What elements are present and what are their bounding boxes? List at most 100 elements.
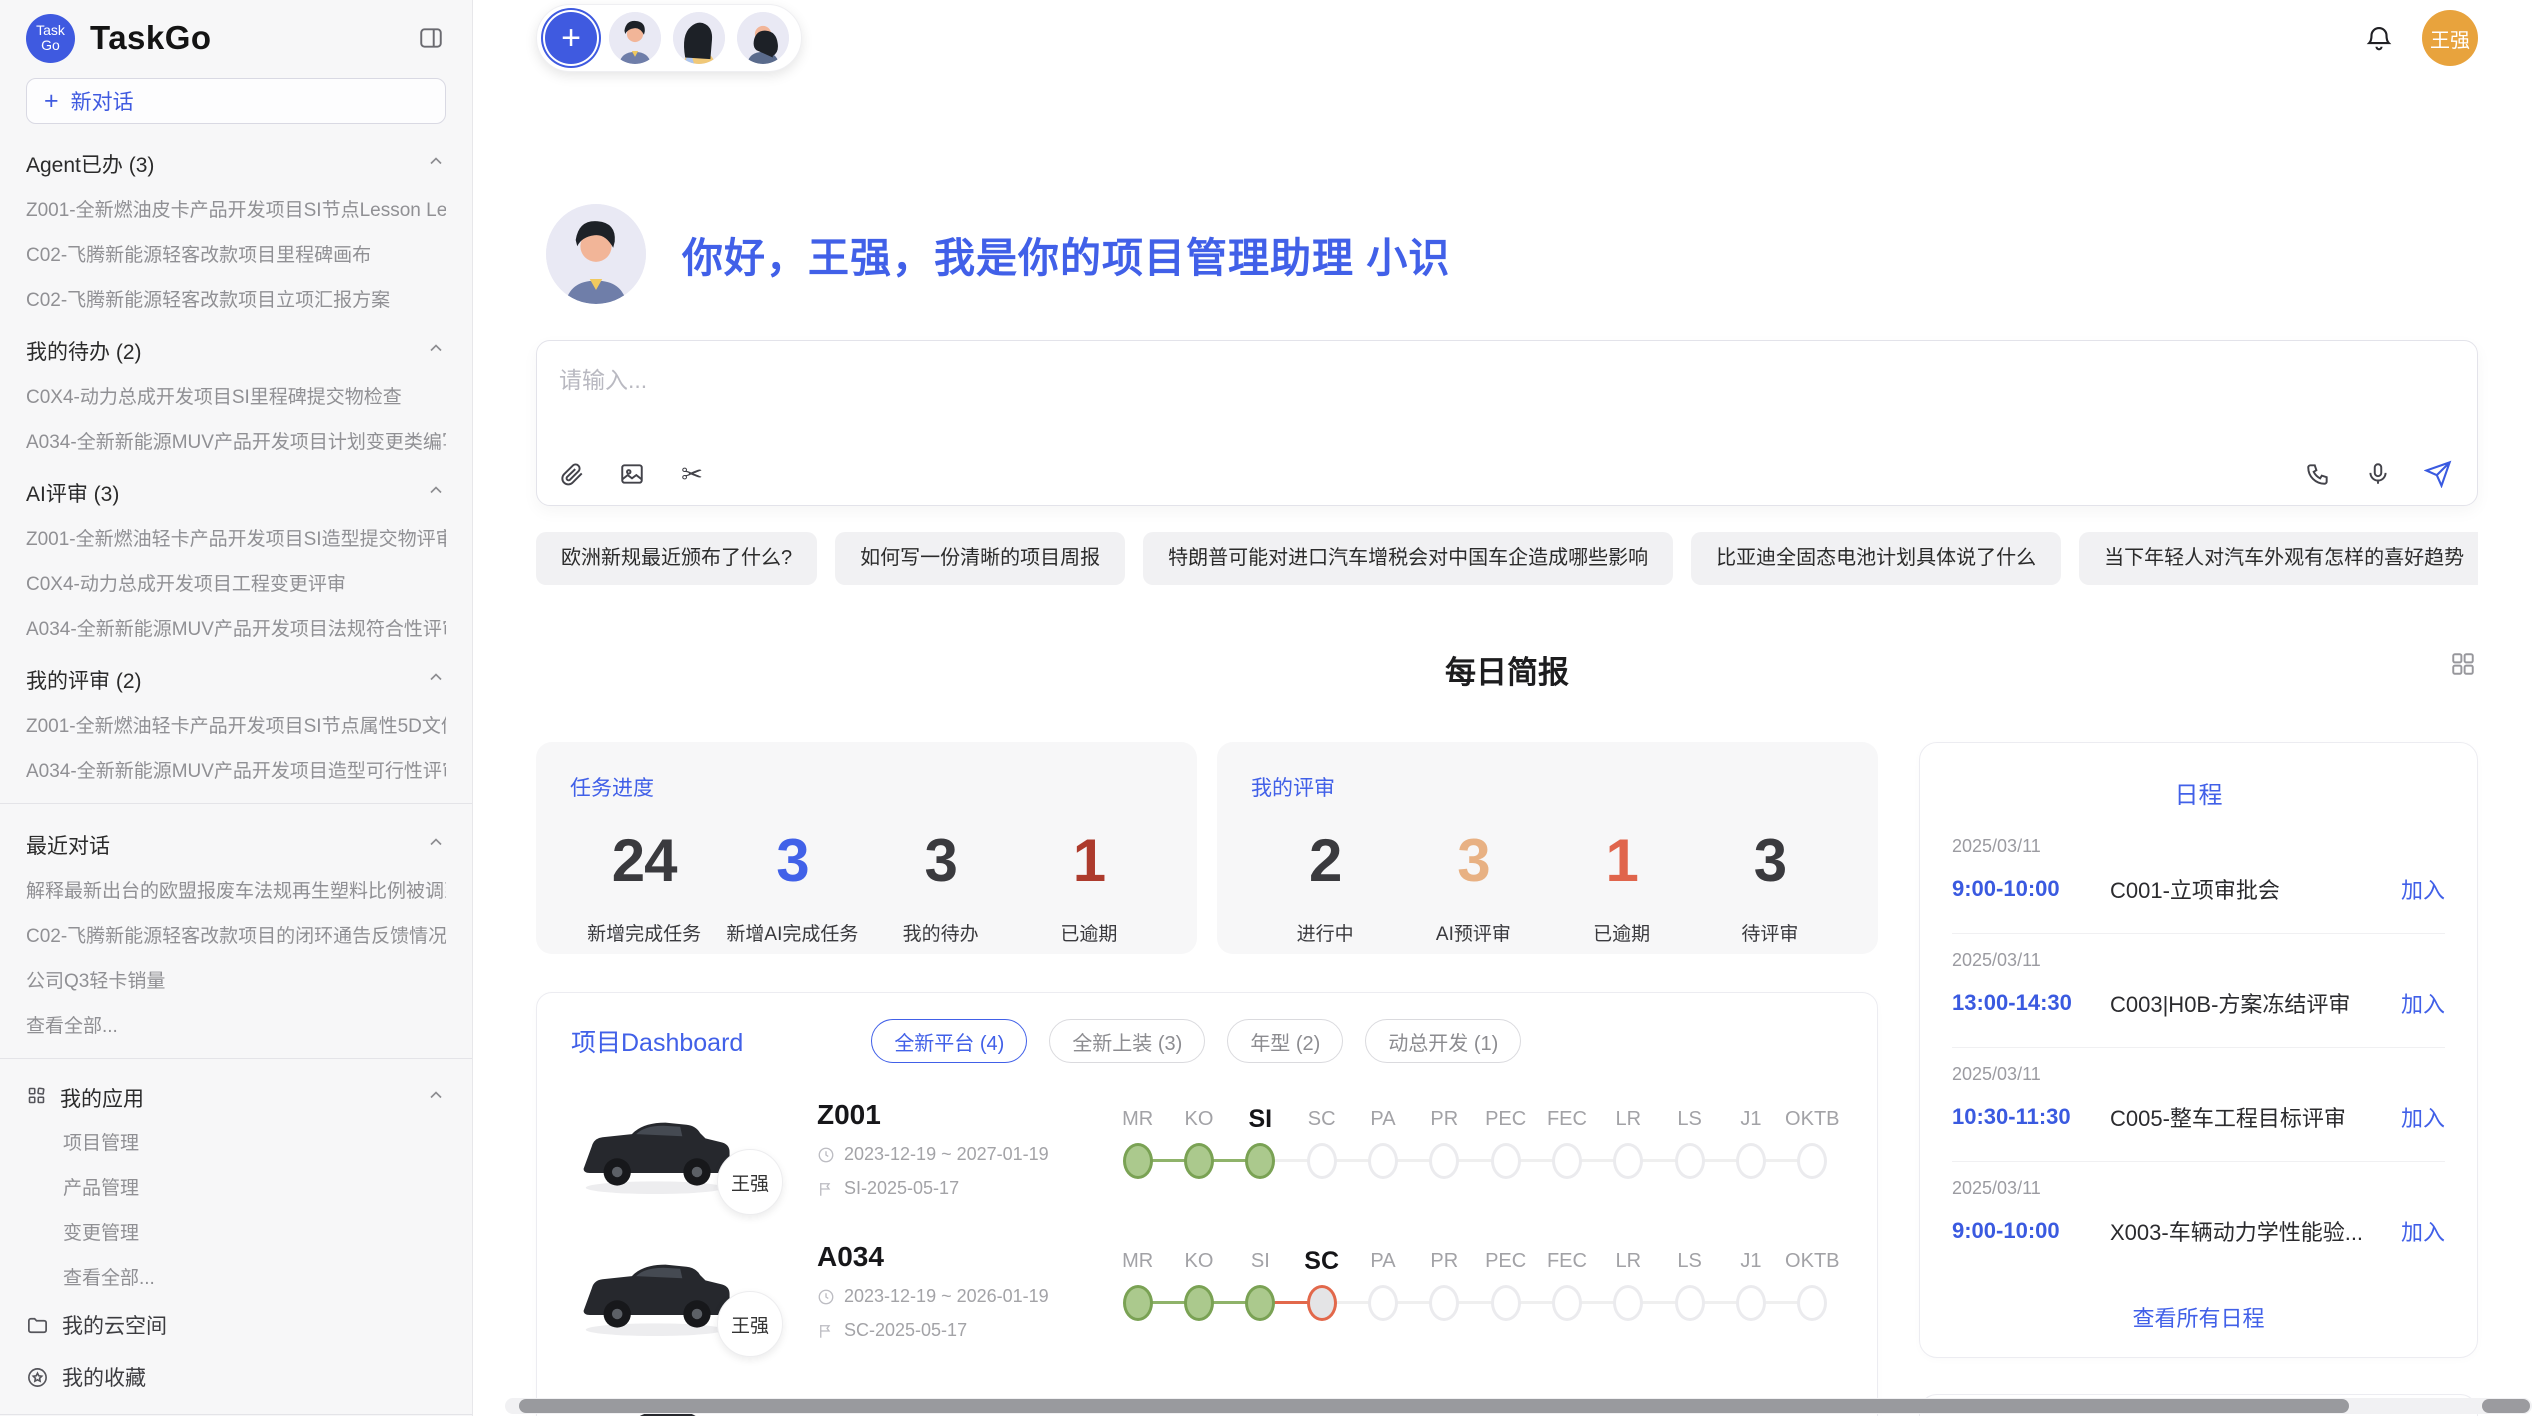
milestone-node[interactable]: [1552, 1143, 1582, 1179]
member-avatar-1[interactable]: [609, 12, 661, 64]
topbar: + 王强: [536, 0, 2478, 76]
project-thumbnail: 王强: [571, 1241, 739, 1347]
milestone-label: PEC: [1475, 1243, 1536, 1279]
milestone-node[interactable]: [1552, 1285, 1582, 1321]
sidebar-section-header[interactable]: 我的评审 (2): [26, 650, 446, 702]
sidebar-task-item[interactable]: Z001-全新燃油轻卡产品开发项目SI节点属性5D文件评审: [26, 702, 446, 747]
milestone-node[interactable]: [1245, 1143, 1275, 1179]
milestone-node[interactable]: [1307, 1285, 1337, 1321]
suggestion-chip[interactable]: 欧洲新规最近颁布了什么?: [536, 532, 817, 585]
suggestion-chip[interactable]: 如何写一份清晰的项目周报: [835, 532, 1125, 585]
sidebar-section-header[interactable]: Agent已办 (3): [26, 134, 446, 186]
sidebar-task-item[interactable]: Z001-全新燃油皮卡产品开发项目SI节点Lesson Learn报告: [26, 186, 446, 231]
milestone-node[interactable]: [1736, 1143, 1766, 1179]
milestone-node[interactable]: [1675, 1285, 1705, 1321]
milestone-node[interactable]: [1797, 1143, 1827, 1179]
recent-conversation-item[interactable]: 查看全部...: [26, 1002, 446, 1047]
member-avatar-3[interactable]: [737, 12, 789, 64]
milestone-node[interactable]: [1368, 1143, 1398, 1179]
sidebar-task-item[interactable]: Z001-全新燃油轻卡产品开发项目SI造型提交物评审: [26, 515, 446, 560]
sidebar-task-item[interactable]: C02-飞腾新能源轻客改款项目立项汇报方案: [26, 276, 446, 321]
recent-conversation-item[interactable]: C02-飞腾新能源轻客改款项目的闭环通告反馈情况: [26, 912, 446, 957]
milestone-node[interactable]: [1245, 1285, 1275, 1321]
suggestion-chip[interactable]: 当下年轻人对汽车外观有怎样的喜好趋势: [2079, 532, 2478, 585]
dashboard-filter[interactable]: 年型 (2): [1227, 1019, 1343, 1063]
milestone-node[interactable]: [1123, 1285, 1153, 1321]
sidebar-section-header[interactable]: 我的待办 (2): [26, 321, 446, 373]
app-item[interactable]: 查看全部...: [26, 1254, 446, 1299]
stat-label: 已逾期: [1548, 919, 1696, 946]
attachment-icon[interactable]: [557, 459, 587, 489]
milestone-node[interactable]: [1613, 1143, 1643, 1179]
app-title: TaskGo: [90, 19, 212, 57]
milestone-node[interactable]: [1429, 1285, 1459, 1321]
milestone-node[interactable]: [1184, 1285, 1214, 1321]
collapse-sidebar-icon[interactable]: [416, 23, 446, 53]
milestone-node[interactable]: [1613, 1285, 1643, 1321]
recent-conversation-item[interactable]: 解释最新出台的欧盟报废车法规再生塑料比例被调到15%...: [26, 867, 446, 912]
join-link[interactable]: 加入: [2401, 873, 2445, 905]
sidebar-task-item[interactable]: A034-全新新能源MUV产品开发项目计划变更类编写: [26, 418, 446, 463]
sidebar-section-header[interactable]: AI评审 (3): [26, 463, 446, 515]
sidebar-task-item[interactable]: C0X4-动力总成开发项目工程变更评审: [26, 560, 446, 605]
stat-value: 1: [1548, 826, 1696, 895]
milestone-node[interactable]: [1797, 1285, 1827, 1321]
milestone-node[interactable]: [1368, 1285, 1398, 1321]
owner-avatar[interactable]: 王强: [717, 1291, 783, 1357]
milestone-label: SI: [1230, 1243, 1291, 1279]
sidebar-task-item[interactable]: A034-全新新能源MUV产品开发项目造型可行性评审: [26, 747, 446, 792]
folder-icon: [26, 1314, 49, 1337]
phone-call-icon[interactable]: [2303, 459, 2333, 489]
horizontal-scrollbar[interactable]: [505, 1398, 2532, 1414]
app-item[interactable]: 项目管理: [26, 1119, 446, 1164]
milestone-label: J1: [1720, 1243, 1781, 1279]
milestone-node[interactable]: [1675, 1143, 1705, 1179]
milestone-node[interactable]: [1184, 1143, 1214, 1179]
scissors-icon[interactable]: ✂: [677, 459, 707, 489]
suggestion-chip[interactable]: 特朗普可能对进口汽车增税会对中国车企造成哪些影响: [1143, 532, 1673, 585]
sidebar-task-sections: Agent已办 (3)Z001-全新燃油皮卡产品开发项目SI节点Lesson L…: [26, 134, 446, 792]
new-chat-button[interactable]: + 新对话: [26, 78, 446, 124]
sidebar-task-item[interactable]: C0X4-动力总成开发项目SI里程碑提交物检查: [26, 373, 446, 418]
suggestion-chip[interactable]: 比亚迪全固态电池计划具体说了什么: [1691, 532, 2061, 585]
sidebar-item-favorites[interactable]: 我的收藏: [26, 1351, 446, 1403]
sidebar-task-item[interactable]: C02-飞腾新能源轻客改款项目里程碑画布: [26, 231, 446, 276]
milestone-MR: MR: [1107, 1243, 1168, 1347]
chevron-up-icon: [426, 1085, 446, 1111]
view-all-schedule-link[interactable]: 查看所有日程: [1952, 1275, 2445, 1333]
sidebar-item-cloud-space[interactable]: 我的云空间: [26, 1299, 446, 1351]
sidebar-task-item[interactable]: A034-全新新能源MUV产品开发项目法规符合性评审: [26, 605, 446, 650]
milestone-node[interactable]: [1491, 1285, 1521, 1321]
join-link[interactable]: 加入: [2401, 1101, 2445, 1133]
milestone-node[interactable]: [1429, 1143, 1459, 1179]
join-link[interactable]: 加入: [2401, 987, 2445, 1019]
owner-avatar[interactable]: 王强: [717, 1149, 783, 1215]
app-item[interactable]: 产品管理: [26, 1164, 446, 1209]
chat-input[interactable]: [537, 341, 2477, 420]
layout-grid-icon[interactable]: [2450, 651, 2476, 682]
stat-label: 新增完成任务: [570, 919, 718, 946]
milestone-node[interactable]: [1736, 1285, 1766, 1321]
notification-bell-icon[interactable]: [2364, 23, 2394, 53]
image-upload-icon[interactable]: [617, 459, 647, 489]
scrollbar-corner[interactable]: [2482, 1399, 2530, 1413]
recent-header[interactable]: 最近对话: [26, 815, 446, 867]
microphone-icon[interactable]: [2363, 459, 2393, 489]
dashboard-filter[interactable]: 全新上装 (3): [1049, 1019, 1205, 1063]
milestone-node[interactable]: [1123, 1143, 1153, 1179]
milestone-node[interactable]: [1307, 1143, 1337, 1179]
my-apps-header[interactable]: 我的应用: [26, 1070, 446, 1119]
add-member-button[interactable]: +: [545, 12, 597, 64]
send-icon[interactable]: [2423, 459, 2453, 489]
dashboard-filter[interactable]: 全新平台 (4): [871, 1019, 1027, 1063]
app-item[interactable]: 变更管理: [26, 1209, 446, 1254]
milestone-track: MRKOSISCPAPRPECFECLRLSJ1OKTB: [1107, 1099, 1843, 1205]
user-avatar[interactable]: 王强: [2422, 10, 2478, 66]
dashboard-filter[interactable]: 动总开发 (1): [1365, 1019, 1521, 1063]
member-avatar-2[interactable]: [673, 12, 725, 64]
recent-conversation-item[interactable]: 公司Q3轻卡销量: [26, 957, 446, 1002]
join-link[interactable]: 加入: [2401, 1215, 2445, 1247]
scrollbar-thumb[interactable]: [519, 1399, 2349, 1413]
milestone-node[interactable]: [1491, 1143, 1521, 1179]
schedule-item: 2025/03/119:00-10:00C001-立项审批会加入: [1952, 820, 2445, 934]
